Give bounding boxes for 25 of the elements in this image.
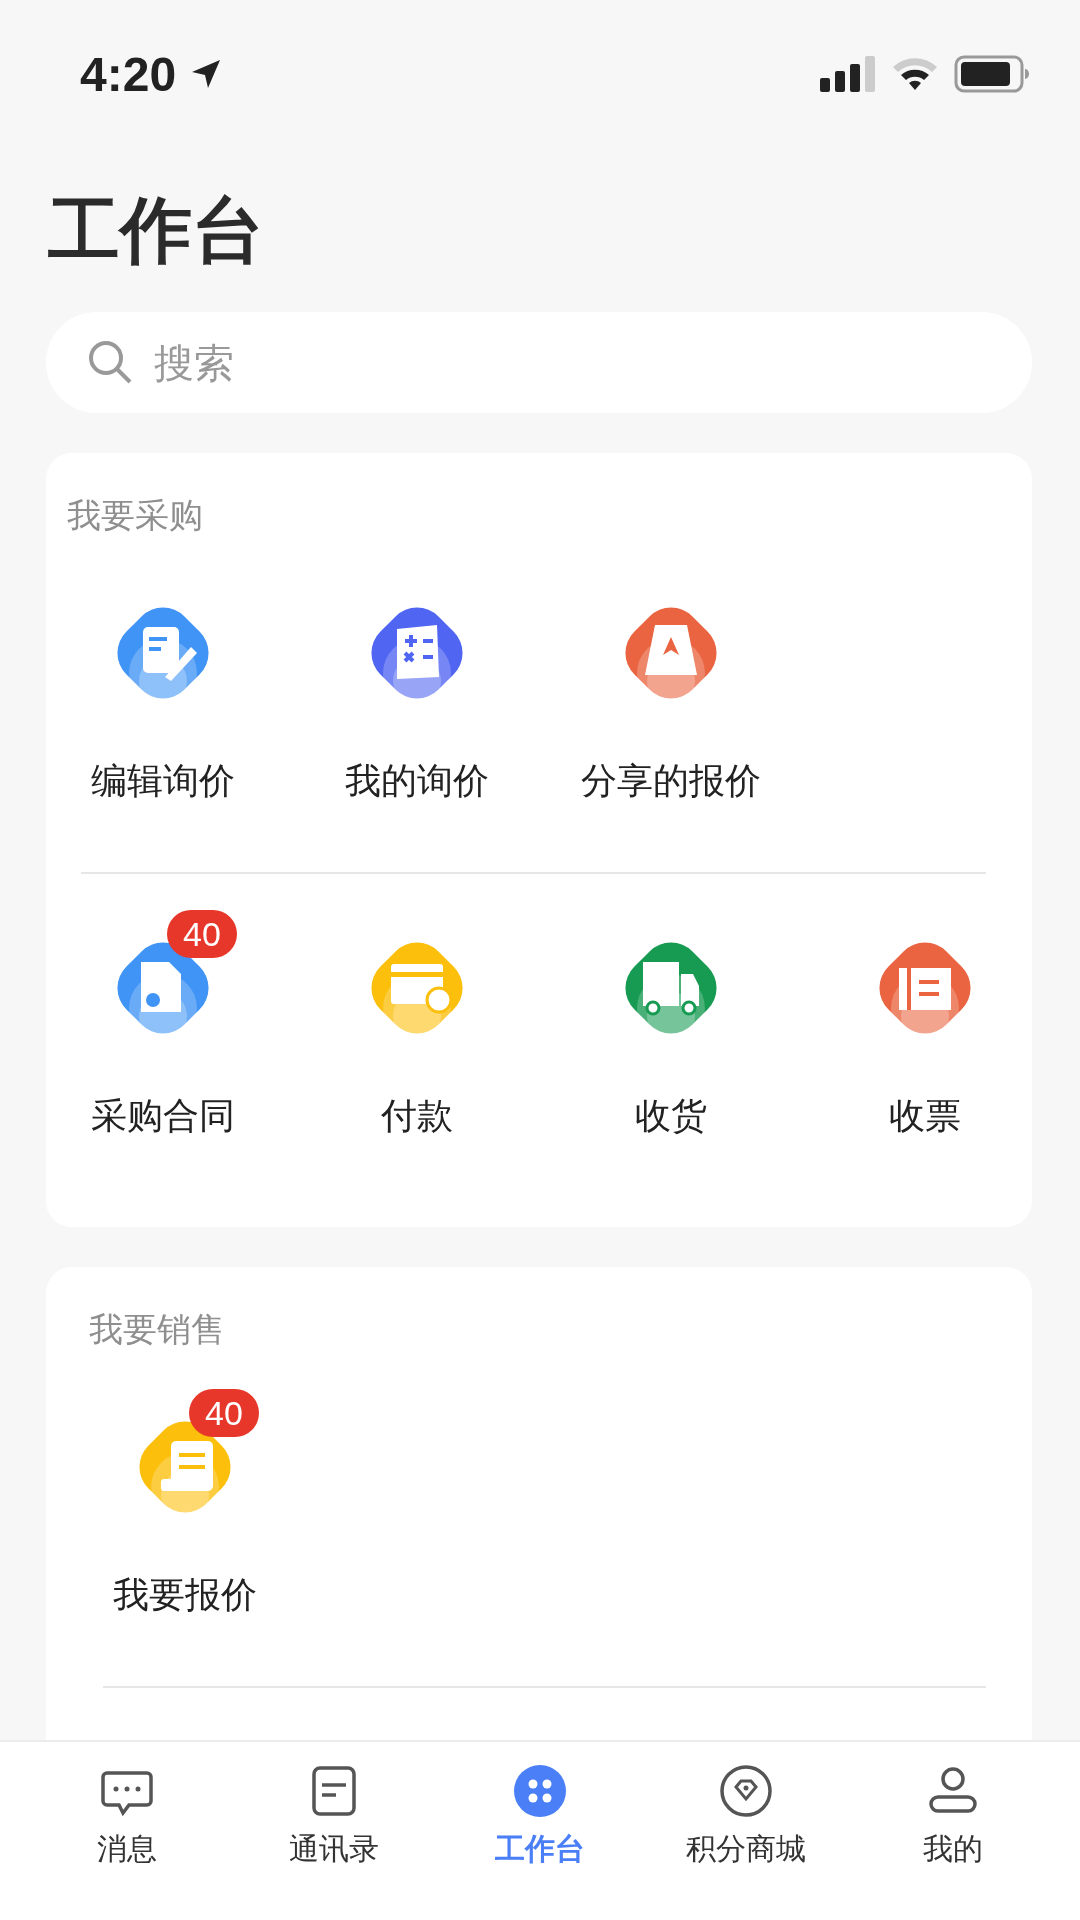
app-label[interactable]: 收货 bbox=[635, 1092, 707, 1141]
app-label[interactable]: 分享的报价 bbox=[581, 757, 761, 806]
count-badge: 40 bbox=[189, 1389, 259, 1437]
app-label[interactable]: 采购合同 bbox=[91, 1092, 235, 1141]
tab-item[interactable]: 积分商城 bbox=[643, 1742, 850, 1890]
section-title: 我要采购 bbox=[66, 494, 204, 537]
app-label[interactable]: 我的询价 bbox=[345, 757, 489, 806]
location-arrow-icon bbox=[190, 58, 223, 90]
grid-icon bbox=[512, 1762, 568, 1819]
section-title: 我要销售 bbox=[88, 1308, 226, 1351]
app-label[interactable]: 我要报价 bbox=[113, 1571, 257, 1620]
signal-icon bbox=[820, 56, 876, 92]
search-field[interactable]: 搜索 bbox=[46, 312, 1032, 413]
search-icon bbox=[86, 338, 134, 386]
tab-item[interactable]: 我的 bbox=[849, 1742, 1056, 1890]
page-title: 工作台 bbox=[48, 194, 265, 266]
tab-item[interactable]: 通讯录 bbox=[230, 1742, 437, 1890]
count-badge: 40 bbox=[167, 910, 237, 958]
app-label[interactable]: 编辑询价 bbox=[91, 757, 235, 806]
tab-item[interactable]: 工作台 bbox=[436, 1742, 644, 1890]
app-label[interactable]: 收票 bbox=[889, 1092, 961, 1141]
battery-icon bbox=[954, 55, 1030, 93]
app-label[interactable]: 付款 bbox=[381, 1092, 453, 1141]
tab-item[interactable]: 消息 bbox=[24, 1742, 231, 1890]
status-time: 4:20 bbox=[80, 46, 177, 102]
